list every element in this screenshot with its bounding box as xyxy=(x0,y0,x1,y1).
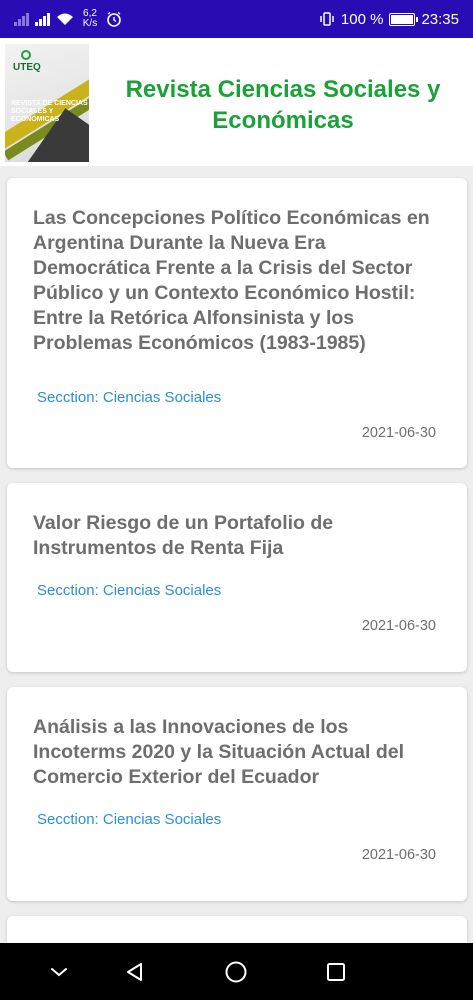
article-section[interactable]: Secction: Ciencias Sociales xyxy=(37,389,221,406)
article-card[interactable]: Las Concepciones Político Económicas en … xyxy=(7,178,467,468)
journal-cover-image[interactable]: UTEQ REVISTA DE CIENCIAS SOCIALES Y ECON… xyxy=(5,44,89,162)
cover-logo-text: UTEQ xyxy=(13,62,41,73)
back-icon xyxy=(127,962,142,981)
logo-icon xyxy=(21,50,31,60)
article-date: 2021-06-30 xyxy=(361,425,436,441)
cover-title: REVISTA DE CIENCIAS SOCIALES Y ECONÓMICA… xyxy=(11,100,88,123)
battery-percent: 100 % xyxy=(340,10,384,28)
network-speed: 6,2 K/s xyxy=(82,8,98,29)
article-card[interactable]: Valor Riesgo de un Portafolio de Instrum… xyxy=(7,483,467,672)
signal-icon xyxy=(35,12,50,26)
home-icon xyxy=(225,961,247,982)
article-title: Las Concepciones Político Económicas en … xyxy=(33,207,430,354)
article-list[interactable]: Las Concepciones Político Económicas en … xyxy=(0,166,473,943)
nav-hide-button[interactable] xyxy=(29,943,89,1000)
app-header: UTEQ REVISTA DE CIENCIAS SOCIALES Y ECON… xyxy=(0,38,473,166)
vibrate-icon xyxy=(320,12,334,26)
nav-home-button[interactable] xyxy=(206,943,266,1000)
article-date: 2021-06-30 xyxy=(361,618,436,634)
article-card[interactable]: Análisis a las Innovaciones de los Incot… xyxy=(7,687,467,901)
status-bar: 6,2 K/s 100 % 23:35 xyxy=(0,0,473,38)
alarm-icon xyxy=(107,11,121,27)
recents-icon xyxy=(327,962,345,981)
article-date: 2021-06-30 xyxy=(361,847,436,863)
article-section[interactable]: Secction: Ciencias Sociales xyxy=(37,582,221,599)
battery-fill xyxy=(391,14,414,24)
article-title: Valor Riesgo de un Portafolio de Instrum… xyxy=(33,512,334,559)
page-title: Revista Ciencias Sociales y Económicas xyxy=(125,76,441,134)
battery-icon xyxy=(389,12,419,26)
wifi-icon xyxy=(57,13,73,25)
chevron-down-icon xyxy=(51,967,67,976)
article-card[interactable] xyxy=(7,916,467,943)
system-nav-bar xyxy=(0,943,473,1000)
nav-recents-button[interactable] xyxy=(306,943,366,1000)
article-title: Análisis a las Innovaciones de los Incot… xyxy=(33,716,404,788)
clock: 23:35 xyxy=(421,10,459,28)
article-section[interactable]: Secction: Ciencias Sociales xyxy=(37,811,221,828)
nav-back-button[interactable] xyxy=(105,943,165,1000)
signal-icon xyxy=(14,12,29,26)
